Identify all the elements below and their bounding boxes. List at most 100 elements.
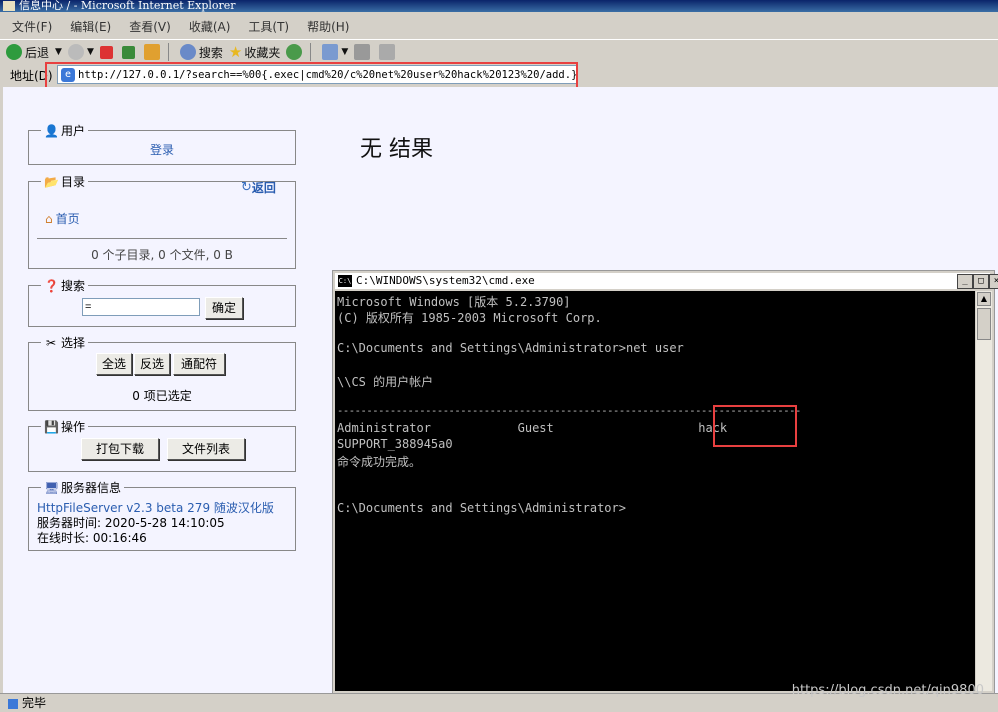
star-icon: ★ xyxy=(228,43,243,61)
refresh-icon xyxy=(121,45,135,59)
select-all-button[interactable]: 全选 xyxy=(96,353,132,375)
selected-count: 0 项已选定 xyxy=(132,389,192,403)
wildcard-button[interactable]: 通配符 xyxy=(173,353,225,375)
scroll-up-button[interactable]: ▲ xyxy=(977,292,991,306)
action-panel: 💾 操作 打包下载 文件列表 xyxy=(28,418,296,472)
menu-help[interactable]: 帮助(H) xyxy=(307,18,349,35)
menu-view[interactable]: 查看(V) xyxy=(129,18,171,35)
help-icon: ❓ xyxy=(44,278,59,293)
edit-icon xyxy=(379,44,396,60)
history-button[interactable] xyxy=(286,44,305,60)
forward-arrow-icon xyxy=(67,44,84,60)
invert-selection-button[interactable]: 反选 xyxy=(134,353,170,375)
pack-download-button[interactable]: 打包下载 xyxy=(81,438,159,460)
search-button[interactable]: 搜索 xyxy=(179,44,223,61)
console-line: SUPPORT_388945a0 xyxy=(337,437,453,451)
cmd-title-bar[interactable]: C:\ C:\WINDOWS\system32\cmd.exe _ □ × xyxy=(335,273,998,289)
search-ok-button[interactable]: 确定 xyxy=(205,297,243,319)
cmd-title: C:\WINDOWS\system32\cmd.exe xyxy=(356,274,535,287)
select-legend: ✂ 选择 xyxy=(41,334,89,351)
forward-button[interactable]: ▼ xyxy=(67,44,94,60)
console-prompt: C:\Documents and Settings\Administrator> xyxy=(337,501,626,515)
server-legend-text: 服务器信息 xyxy=(61,481,122,495)
action-legend-text: 操作 xyxy=(61,420,86,434)
menu-favorites[interactable]: 收藏(A) xyxy=(189,18,231,35)
search-input[interactable] xyxy=(82,298,200,316)
no-result-text: 无 结果 xyxy=(360,137,433,162)
window-title-bar: 信息中心 / - Microsoft Internet Explorer xyxy=(0,0,998,12)
menu-tools[interactable]: 工具(T) xyxy=(248,18,289,35)
folder-icon: 📂 xyxy=(44,174,59,189)
menu-bar: 文件(F) 编辑(E) 查看(V) 收藏(A) 工具(T) 帮助(H) xyxy=(0,15,998,37)
server-legend: 🖥 服务器信息 xyxy=(41,479,125,496)
directory-legend: 📂 目录 xyxy=(41,173,89,190)
home-link[interactable]: ⌂ 首页 xyxy=(45,210,80,227)
back-link[interactable]: ↻ 返回 xyxy=(241,179,276,196)
search-legend: ❓ 搜索 xyxy=(41,277,89,294)
user-legend: 👤 用户 xyxy=(41,122,89,139)
home-button[interactable] xyxy=(143,44,163,60)
return-arrow-icon: ↻ xyxy=(241,180,252,195)
favorites-label: 收藏夹 xyxy=(244,45,281,60)
user-icon: 👤 xyxy=(44,123,59,138)
search-label: 搜索 xyxy=(198,45,223,60)
toolbar-separator xyxy=(310,43,312,61)
cmd-window: C:\ C:\WINDOWS\system32\cmd.exe _ □ × Mic… xyxy=(332,270,998,697)
cmd-scrollbar[interactable]: ▲ xyxy=(976,291,992,691)
directory-summary: 0 个子目录, 0 个文件, 0 B xyxy=(91,248,233,262)
chevron-down-icon[interactable]: ▼ xyxy=(55,47,62,57)
server-uptime: 在线时长: 00:16:46 xyxy=(37,531,147,545)
file-list-button[interactable]: 文件列表 xyxy=(167,438,245,460)
status-text: 完毕 xyxy=(22,696,47,710)
back-link-text: 返回 xyxy=(251,181,276,195)
select-legend-text: 选择 xyxy=(61,336,86,350)
home-link-text: 首页 xyxy=(55,212,80,226)
back-label: 后退 xyxy=(25,45,50,60)
action-legend: 💾 操作 xyxy=(41,418,89,435)
save-disk-icon: 💾 xyxy=(44,419,59,434)
refresh-button[interactable] xyxy=(121,45,138,59)
hack-user-highlight-box xyxy=(713,405,797,447)
cmd-icon: C:\ xyxy=(338,275,352,287)
scroll-thumb[interactable] xyxy=(977,308,991,340)
search-panel: ❓搜索 确定 xyxy=(28,277,296,327)
login-link[interactable]: 登录 xyxy=(29,141,295,158)
cmd-console[interactable]: Microsoft Windows [版本 5.2.3790] (C) 版权所有… xyxy=(335,291,975,691)
console-line: \\CS 的用户帐户 xyxy=(337,375,434,389)
ie-page-icon xyxy=(3,1,15,11)
mail-icon xyxy=(322,44,339,60)
close-button[interactable]: × xyxy=(989,274,998,289)
stop-icon xyxy=(99,45,113,59)
console-line: (C) 版权所有 1985-2003 Microsoft Corp. xyxy=(337,311,602,325)
history-icon xyxy=(286,44,303,60)
server-icon: 🖥 xyxy=(44,480,60,495)
minimize-button[interactable]: _ xyxy=(957,274,973,289)
page-done-icon xyxy=(8,698,18,709)
chevron-down-icon[interactable]: ▼ xyxy=(87,47,94,57)
home-icon: ⌂ xyxy=(45,211,53,226)
stop-button[interactable] xyxy=(99,45,116,59)
search-legend-text: 搜索 xyxy=(61,279,86,293)
toolbar: 后退 ▼ ▼ 搜索 ★ 收藏夹 ▼ xyxy=(0,39,998,64)
search-icon xyxy=(179,44,196,60)
edit-button[interactable] xyxy=(379,44,398,60)
divider xyxy=(37,238,287,239)
console-line: C:\Documents and Settings\Administrator>… xyxy=(337,341,684,355)
favorites-button[interactable]: ★ 收藏夹 xyxy=(229,43,280,61)
directory-legend-text: 目录 xyxy=(61,175,86,189)
back-arrow-icon xyxy=(6,44,22,60)
server-info-panel: 🖥 服务器信息 HttpFileServer v2.3 beta 279 随波汉化… xyxy=(28,479,296,551)
user-panel: 👤 用户 登录 xyxy=(28,122,296,165)
console-line: 命令成功完成。 xyxy=(337,455,422,469)
home-icon xyxy=(143,44,160,60)
user-legend-text: 用户 xyxy=(61,124,86,138)
menu-file[interactable]: 文件(F) xyxy=(12,18,52,35)
mail-button[interactable]: ▼ xyxy=(322,44,348,60)
chevron-down-icon[interactable]: ▼ xyxy=(341,47,348,57)
console-line: Administrator Guest hack xyxy=(337,421,728,435)
back-button[interactable]: 后退 ▼ xyxy=(6,44,62,61)
toolbar-separator xyxy=(167,43,169,61)
maximize-button[interactable]: □ xyxy=(973,274,989,289)
print-button[interactable] xyxy=(354,44,373,60)
menu-edit[interactable]: 编辑(E) xyxy=(70,18,111,35)
